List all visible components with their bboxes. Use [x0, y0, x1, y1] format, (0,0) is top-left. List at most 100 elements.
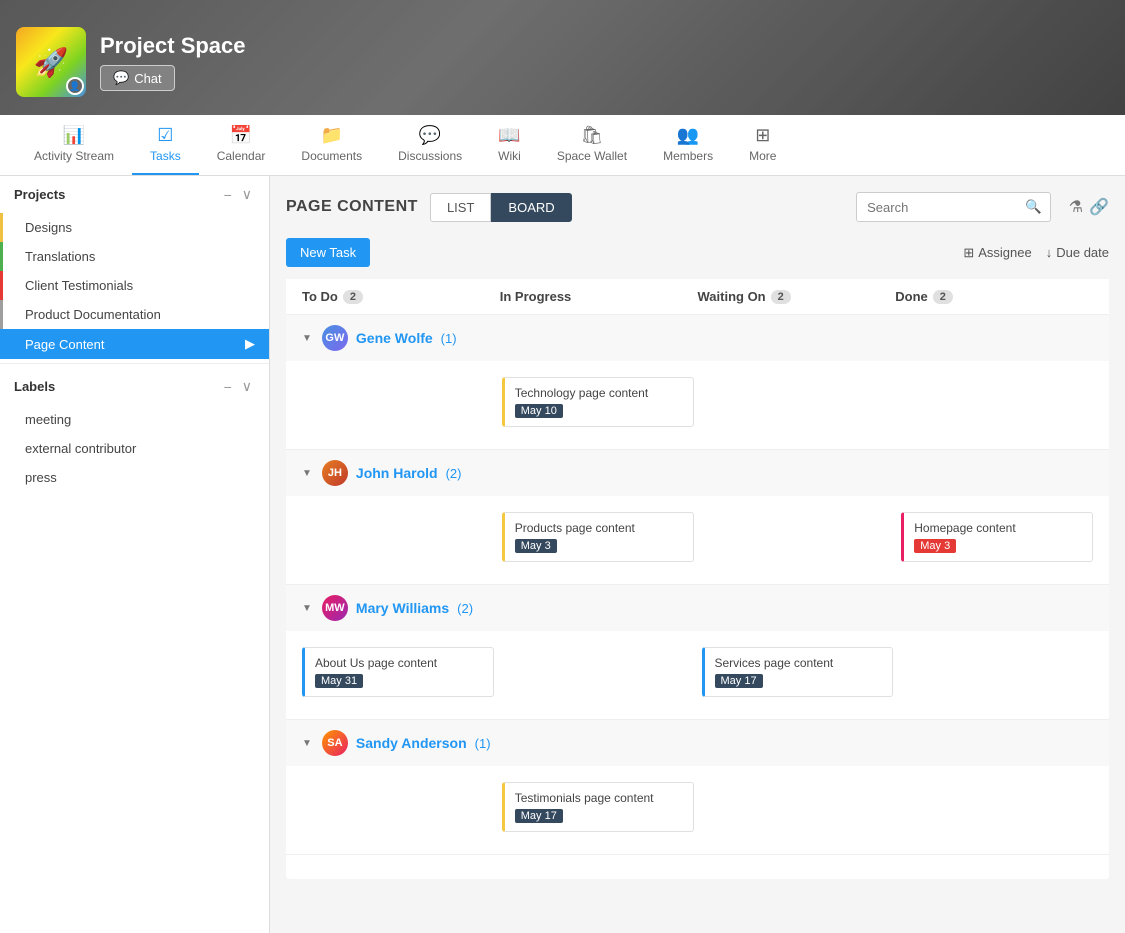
assignee-count-sandy-anderson: (1): [475, 736, 491, 751]
task-title-homepage: Homepage content: [914, 521, 1082, 535]
link-button[interactable]: 🔗: [1089, 197, 1109, 217]
sidebar-item-external-contributor[interactable]: external contributor: [0, 434, 269, 463]
tab-wiki-label: Wiki: [498, 149, 521, 163]
chat-button[interactable]: 💬 Chat: [100, 65, 175, 91]
sidebar-item-page-content[interactable]: Page Content ▶: [0, 329, 269, 359]
task-date-products: May 3: [515, 539, 557, 553]
projects-expand-btn[interactable]: ∨: [239, 186, 255, 203]
col-waitingon-label: Waiting On: [698, 289, 766, 304]
list-view-btn[interactable]: LIST: [430, 193, 491, 222]
wiki-icon: 📖: [498, 125, 520, 146]
col-waitingon-count: 2: [771, 290, 791, 304]
page-header: PAGE CONTENT LIST BOARD 🔍 ⚗ 🔗: [286, 192, 1109, 222]
sidebar-item-designs[interactable]: Designs: [0, 213, 269, 242]
content-area: PAGE CONTENT LIST BOARD 🔍 ⚗ 🔗 New Task: [270, 176, 1125, 933]
translations-label: Translations: [25, 249, 95, 264]
product-documentation-label: Product Documentation: [25, 307, 161, 322]
assignee-header-mary-williams[interactable]: ▼ MW Mary Williams (2): [286, 585, 1109, 631]
col-todo-count: 2: [343, 290, 363, 304]
tab-members[interactable]: 👥 Members: [645, 115, 731, 175]
search-button[interactable]: 🔍: [1017, 193, 1050, 221]
chat-icon: 💬: [113, 70, 129, 86]
col-header-done: Done 2: [895, 289, 1093, 304]
external-contributor-label: external contributor: [25, 441, 136, 456]
search-input[interactable]: [857, 194, 1017, 221]
task-title-products: Products page content: [515, 521, 683, 535]
space-wallet-icon: 🛍: [581, 125, 604, 146]
assignee-row-john-harold: ▼ JH John Harold (2) Products page conte…: [286, 450, 1109, 585]
board-columns-header: To Do 2 In Progress Waiting On 2 Done 2: [286, 279, 1109, 315]
assignee-count-mary-williams: (2): [457, 601, 473, 616]
labels-collapse-btn[interactable]: −: [221, 378, 235, 395]
assignee-header-gene-wolfe[interactable]: ▼ GW Gene Wolfe (1): [286, 315, 1109, 361]
labels-section-header: Labels − ∨: [0, 368, 269, 405]
sidebar-item-product-documentation[interactable]: Product Documentation: [0, 300, 269, 329]
tab-tasks[interactable]: ☑ Tasks: [132, 115, 199, 175]
page-content-arrow: ▶: [245, 336, 255, 352]
task-card-services[interactable]: Services page content May 17: [702, 647, 894, 697]
task-col-waiting-jh: [702, 508, 894, 572]
tab-documents[interactable]: 📁 Documents: [283, 115, 380, 175]
task-col-waiting-gw: [702, 373, 894, 437]
tab-members-label: Members: [663, 149, 713, 163]
task-card-technology[interactable]: Technology page content May 10: [502, 377, 694, 427]
header-title: Project Space: [100, 33, 246, 59]
tab-space-wallet[interactable]: 🛍 Space Wallet: [539, 115, 645, 175]
assignee-tasks-mary-williams: About Us page content May 31 Services pa…: [286, 631, 1109, 719]
logo-badge: 👤: [66, 77, 84, 95]
task-title-testimonials: Testimonials page content: [515, 791, 683, 805]
projects-controls: − ∨: [221, 186, 255, 203]
task-card-products[interactable]: Products page content May 3: [502, 512, 694, 562]
task-col-inprogress-jh: Products page content May 3: [502, 508, 694, 572]
tab-discussions[interactable]: 💬 Discussions: [380, 115, 480, 175]
assignee-header-john-harold[interactable]: ▼ JH John Harold (2): [286, 450, 1109, 496]
col-header-waitingon: Waiting On 2: [698, 289, 896, 304]
due-date-sort-btn[interactable]: ↓ Due date: [1046, 245, 1109, 260]
main-layout: Projects − ∨ Designs Translations Client…: [0, 176, 1125, 933]
search-bar: 🔍: [856, 192, 1051, 222]
assignee-name-mary-williams: Mary Williams: [356, 600, 449, 616]
assignee-header-sandy-anderson[interactable]: ▼ SA Sandy Anderson (1): [286, 720, 1109, 766]
task-col-waiting-sa: [702, 778, 894, 842]
page-title: PAGE CONTENT: [286, 198, 418, 216]
chat-label: Chat: [134, 71, 161, 86]
task-title-services: Services page content: [715, 656, 883, 670]
assignee-sort-btn[interactable]: ⊞ Assignee: [963, 245, 1031, 261]
labels-controls: − ∨: [221, 378, 255, 395]
projects-collapse-btn[interactable]: −: [221, 186, 235, 203]
assignee-count-john-harold: (2): [446, 466, 462, 481]
assignee-row-sandy-anderson: ▼ SA Sandy Anderson (1) Testimonials pag…: [286, 720, 1109, 855]
filter-icons: ⚗ 🔗: [1069, 197, 1109, 217]
task-card-aboutus[interactable]: About Us page content May 31: [302, 647, 494, 697]
assignee-name-gene-wolfe: Gene Wolfe: [356, 330, 433, 346]
task-col-done-sa: [901, 778, 1093, 842]
filter-button[interactable]: ⚗: [1069, 197, 1083, 217]
tab-calendar[interactable]: 📅 Calendar: [199, 115, 284, 175]
labels-expand-btn[interactable]: ∨: [239, 378, 255, 395]
col-header-inprogress: In Progress: [500, 289, 698, 304]
sidebar-item-translations[interactable]: Translations: [0, 242, 269, 271]
task-col-inprogress-gw: Technology page content May 10: [502, 373, 694, 437]
tab-calendar-label: Calendar: [217, 149, 266, 163]
sidebar-item-meeting[interactable]: meeting: [0, 405, 269, 434]
tab-activity-stream-label: Activity Stream: [34, 149, 114, 163]
labels-label: Labels: [14, 379, 55, 394]
app-logo: 👤: [16, 27, 86, 97]
task-card-testimonials[interactable]: Testimonials page content May 17: [502, 782, 694, 832]
tab-more[interactable]: ⊞ More: [731, 115, 794, 175]
chevron-john-harold: ▼: [302, 468, 312, 479]
task-card-homepage[interactable]: Homepage content May 3: [901, 512, 1093, 562]
sidebar-item-press[interactable]: press: [0, 463, 269, 492]
assignee-count-gene-wolfe: (1): [441, 331, 457, 346]
new-task-button[interactable]: New Task: [286, 238, 370, 267]
meeting-label: meeting: [25, 412, 71, 427]
col-inprogress-label: In Progress: [500, 289, 572, 304]
tab-wiki[interactable]: 📖 Wiki: [480, 115, 539, 175]
assignee-sort-label: Assignee: [978, 245, 1031, 260]
tab-tasks-label: Tasks: [150, 149, 181, 163]
board-view-btn[interactable]: BOARD: [491, 193, 571, 222]
sidebar-item-client-testimonials[interactable]: Client Testimonials: [0, 271, 269, 300]
avatar-gene-wolfe: GW: [322, 325, 348, 351]
task-title-aboutus: About Us page content: [315, 656, 483, 670]
tab-activity-stream[interactable]: 📊 Activity Stream: [16, 115, 132, 175]
